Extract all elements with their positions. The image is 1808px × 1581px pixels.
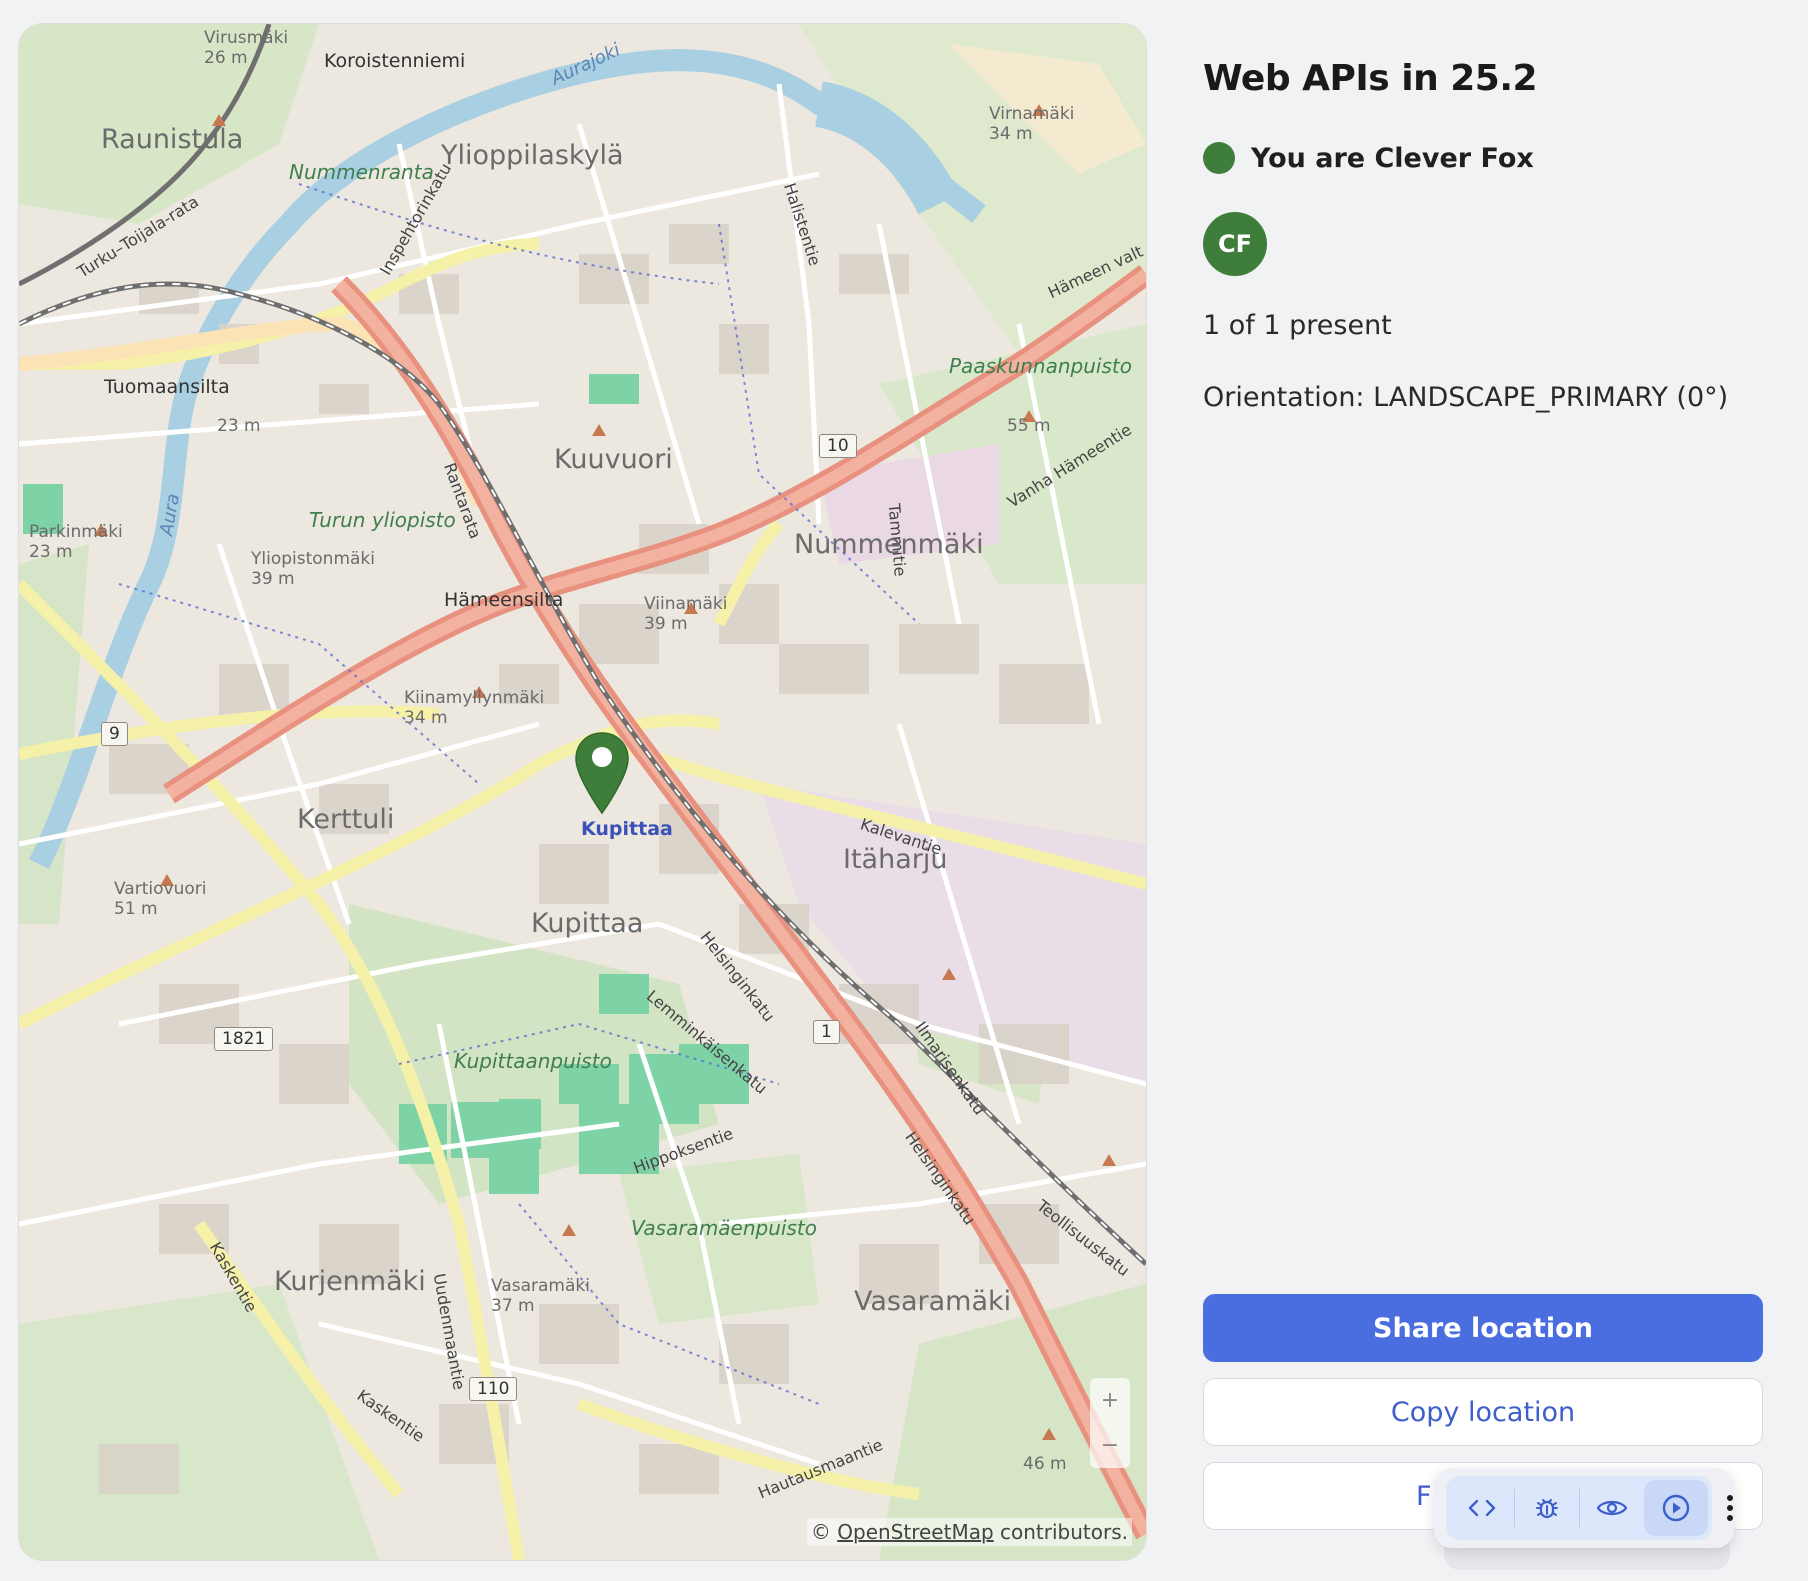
attribution-suffix: contributors. — [993, 1520, 1128, 1544]
road-shield-110: 110 — [469, 1377, 518, 1401]
zoom-in-icon[interactable]: + — [1101, 1388, 1119, 1413]
road-shield-10: 10 — [819, 434, 857, 458]
road-shield-1: 1 — [813, 1020, 840, 1044]
district-label-ylioppilaskyla: Ylioppilaskylä — [441, 140, 624, 171]
district-label-raunistula: Raunistula — [101, 124, 244, 155]
park-label-kupittaanpuisto: Kupittaanpuisto — [454, 1049, 612, 1073]
dev-toolbar-group — [1446, 1476, 1712, 1540]
current-user-row: You are Clever Fox — [1203, 142, 1534, 174]
district-label-kurjenmaki: Kurjenmäki — [274, 1266, 426, 1297]
park-label-vasaramaenpuisto: Vasaramäenpuisto — [631, 1216, 817, 1240]
bug-icon[interactable] — [1515, 1480, 1579, 1536]
peak-label-yliopistonmaki: Yliopistonmäki 39 m — [251, 549, 375, 589]
district-label-itaharju: Itäharju — [843, 844, 948, 875]
district-label-kupittaa: Kupittaa — [531, 908, 644, 939]
peak-label-virusmaki: Virusmäki 26 m — [204, 28, 289, 68]
location-pin-icon[interactable] — [574, 731, 630, 815]
map-attribution: © OpenStreetMap contributors. — [806, 1518, 1132, 1546]
district-label-kuuvuori: Kuuvuori — [554, 444, 673, 475]
station-label-kupittaa: Kupittaa — [581, 818, 673, 840]
peak-label-paaskunnan: 55 m — [1007, 416, 1051, 436]
peak-label-kiinamyllynmaki: Kiinamyllynmäki 34 m — [404, 688, 545, 728]
copy-location-button[interactable]: Copy location — [1203, 1378, 1763, 1446]
district-label-nummenmaki: Nummenmäki — [794, 529, 984, 560]
park-label-paaskunnanpuisto: Paaskunnanpuisto — [949, 354, 1132, 378]
peak-label-parkinmaki: Parkinmäki 23 m — [29, 522, 123, 562]
peak-label-hautaus: 46 m — [1023, 1454, 1067, 1474]
zoom-out-icon[interactable]: − — [1101, 1433, 1119, 1458]
peak-label-vasaramaki: Vasaramäki 37 m — [491, 1276, 590, 1316]
peak-label-vartiovuori: Vartiovuori 51 m — [114, 879, 207, 919]
play-icon[interactable] — [1644, 1480, 1708, 1536]
user-color-dot — [1203, 142, 1235, 174]
place-label-koroistenniemi: Koroistenniemi — [324, 50, 466, 72]
page-title: Web APIs in 25.2 — [1203, 58, 1538, 99]
park-label-turun-yliopisto: Turun yliopisto — [309, 508, 456, 532]
peak-label-viinamaki: Viinamäki 39 m — [644, 594, 728, 634]
peak-label-virnamaki: Virnamäki 34 m — [989, 104, 1075, 144]
current-user-label: You are Clever Fox — [1251, 142, 1534, 174]
more-vertical-icon[interactable] — [1726, 1480, 1734, 1536]
side-panel: Web APIs in 25.2 You are Clever Fox CF 1… — [1203, 0, 1763, 1581]
presence-count: 1 of 1 present — [1203, 310, 1392, 341]
share-location-button[interactable]: Share location — [1203, 1294, 1763, 1362]
code-icon[interactable] — [1450, 1480, 1514, 1536]
attribution-prefix: © — [810, 1520, 838, 1544]
place-label-tuomaansilta: Tuomaansilta — [104, 376, 230, 398]
avatar-initials: CF — [1217, 230, 1252, 258]
zoom-control: + − — [1090, 1378, 1130, 1468]
avatar[interactable]: CF — [1203, 212, 1267, 276]
district-label-kerttuli: Kerttuli — [297, 804, 395, 835]
orientation-status: Orientation: LANDSCAPE_PRIMARY (0°) — [1203, 382, 1729, 413]
road-shield-9: 9 — [101, 722, 128, 746]
openstreetmap-link[interactable]: OpenStreetMap — [837, 1520, 993, 1544]
park-label-nummenranta: Nummenranta — [289, 160, 434, 184]
district-label-vasaramaki: Vasaramäki — [854, 1286, 1012, 1317]
road-shield-1821: 1821 — [214, 1027, 274, 1051]
peak-label-tuomaansilta: 23 m — [217, 416, 261, 436]
eye-icon[interactable] — [1580, 1480, 1644, 1536]
map-view[interactable]: Virusmäki 26 m Koroistenniemi Aurajoki Ra… — [19, 24, 1146, 1560]
place-label-hameensilta: Hämeensilta — [444, 589, 564, 611]
dev-toolbar — [1434, 1468, 1734, 1548]
